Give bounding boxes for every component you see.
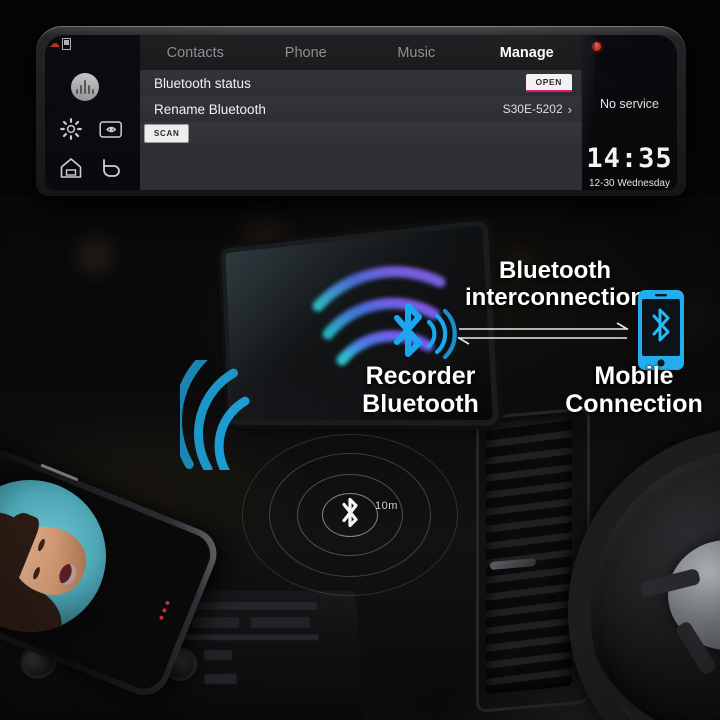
recorder-label-line1: Recorder [365,362,476,390]
tab-phone[interactable]: Phone [251,45,362,61]
tab-bar: Contacts Phone Music Manage [140,35,582,70]
wifi-off-icon: ☁ [49,37,60,50]
head-unit-right-panel: No service 14:35 12-30 Wednesday [581,35,677,190]
row-bluetooth-status[interactable]: Bluetooth status OPEN [140,70,582,97]
scan-button[interactable]: SCAN [144,123,190,143]
sidebar-item-back[interactable] [99,157,123,184]
head-unit-face: ☁ Contacts Phone Music Manage Bluetooth … [45,35,677,190]
recorder-label-line2: Bluetooth [362,390,479,418]
head-unit-sidebar: ☁ [45,35,140,190]
air-vent [486,416,572,694]
clock-date: 12-30 Wednesday [589,178,670,189]
bidirectional-arrow [457,322,629,345]
row-label: Bluetooth status [154,75,251,91]
battery-icon [62,38,71,50]
camera-icon [99,121,122,138]
sound-wave-left [180,360,250,470]
recording-indicator [592,42,601,51]
tab-music[interactable]: Music [361,45,472,61]
row-label: Rename Bluetooth [154,101,266,117]
row-rename-bluetooth[interactable]: Rename Bluetooth S30E-5202 › [140,96,582,123]
home-icon [60,158,82,178]
mobile-phone-icon [638,290,684,370]
sidebar-item-voice-assistant[interactable] [71,73,99,101]
tab-manage[interactable]: Manage [472,45,583,61]
scan-row: SCAN [140,122,582,144]
screenshot-root: 10m ‹ Let It Go [0,0,720,720]
recorder-bluetooth-label: Recorder Bluetooth [318,362,523,418]
sidebar-item-home[interactable] [59,157,83,184]
mobile-label-line1: Mobile [594,362,674,390]
head-unit-screen: Contacts Phone Music Manage Bluetooth st… [140,35,582,190]
device-list-empty-area [140,145,582,190]
mobile-label-line2: Connection [565,390,703,418]
network-status: No service [599,97,660,111]
tab-contacts[interactable]: Contacts [140,45,251,61]
clock-time: 14:35 [586,143,673,174]
sidebar-item-settings[interactable] [59,117,83,146]
bluetooth-open-button[interactable]: OPEN [525,74,572,92]
car-head-unit: ☁ Contacts Phone Music Manage Bluetooth … [36,26,686,196]
sidebar-item-camera[interactable] [99,119,123,145]
mobile-connection-label: Mobile Connection [548,362,720,418]
chevron-right-icon: › [567,101,572,117]
sidebar-status-icons: ☁ [49,38,71,50]
back-arrow-icon [103,159,120,177]
interconnection-label-line1: Bluetooth [499,257,611,284]
bluetooth-icon-recorder [394,303,457,360]
waveform-icon [76,80,94,94]
bluetooth-device-name: S30E-5202 [502,102,563,116]
gear-icon [60,118,82,140]
